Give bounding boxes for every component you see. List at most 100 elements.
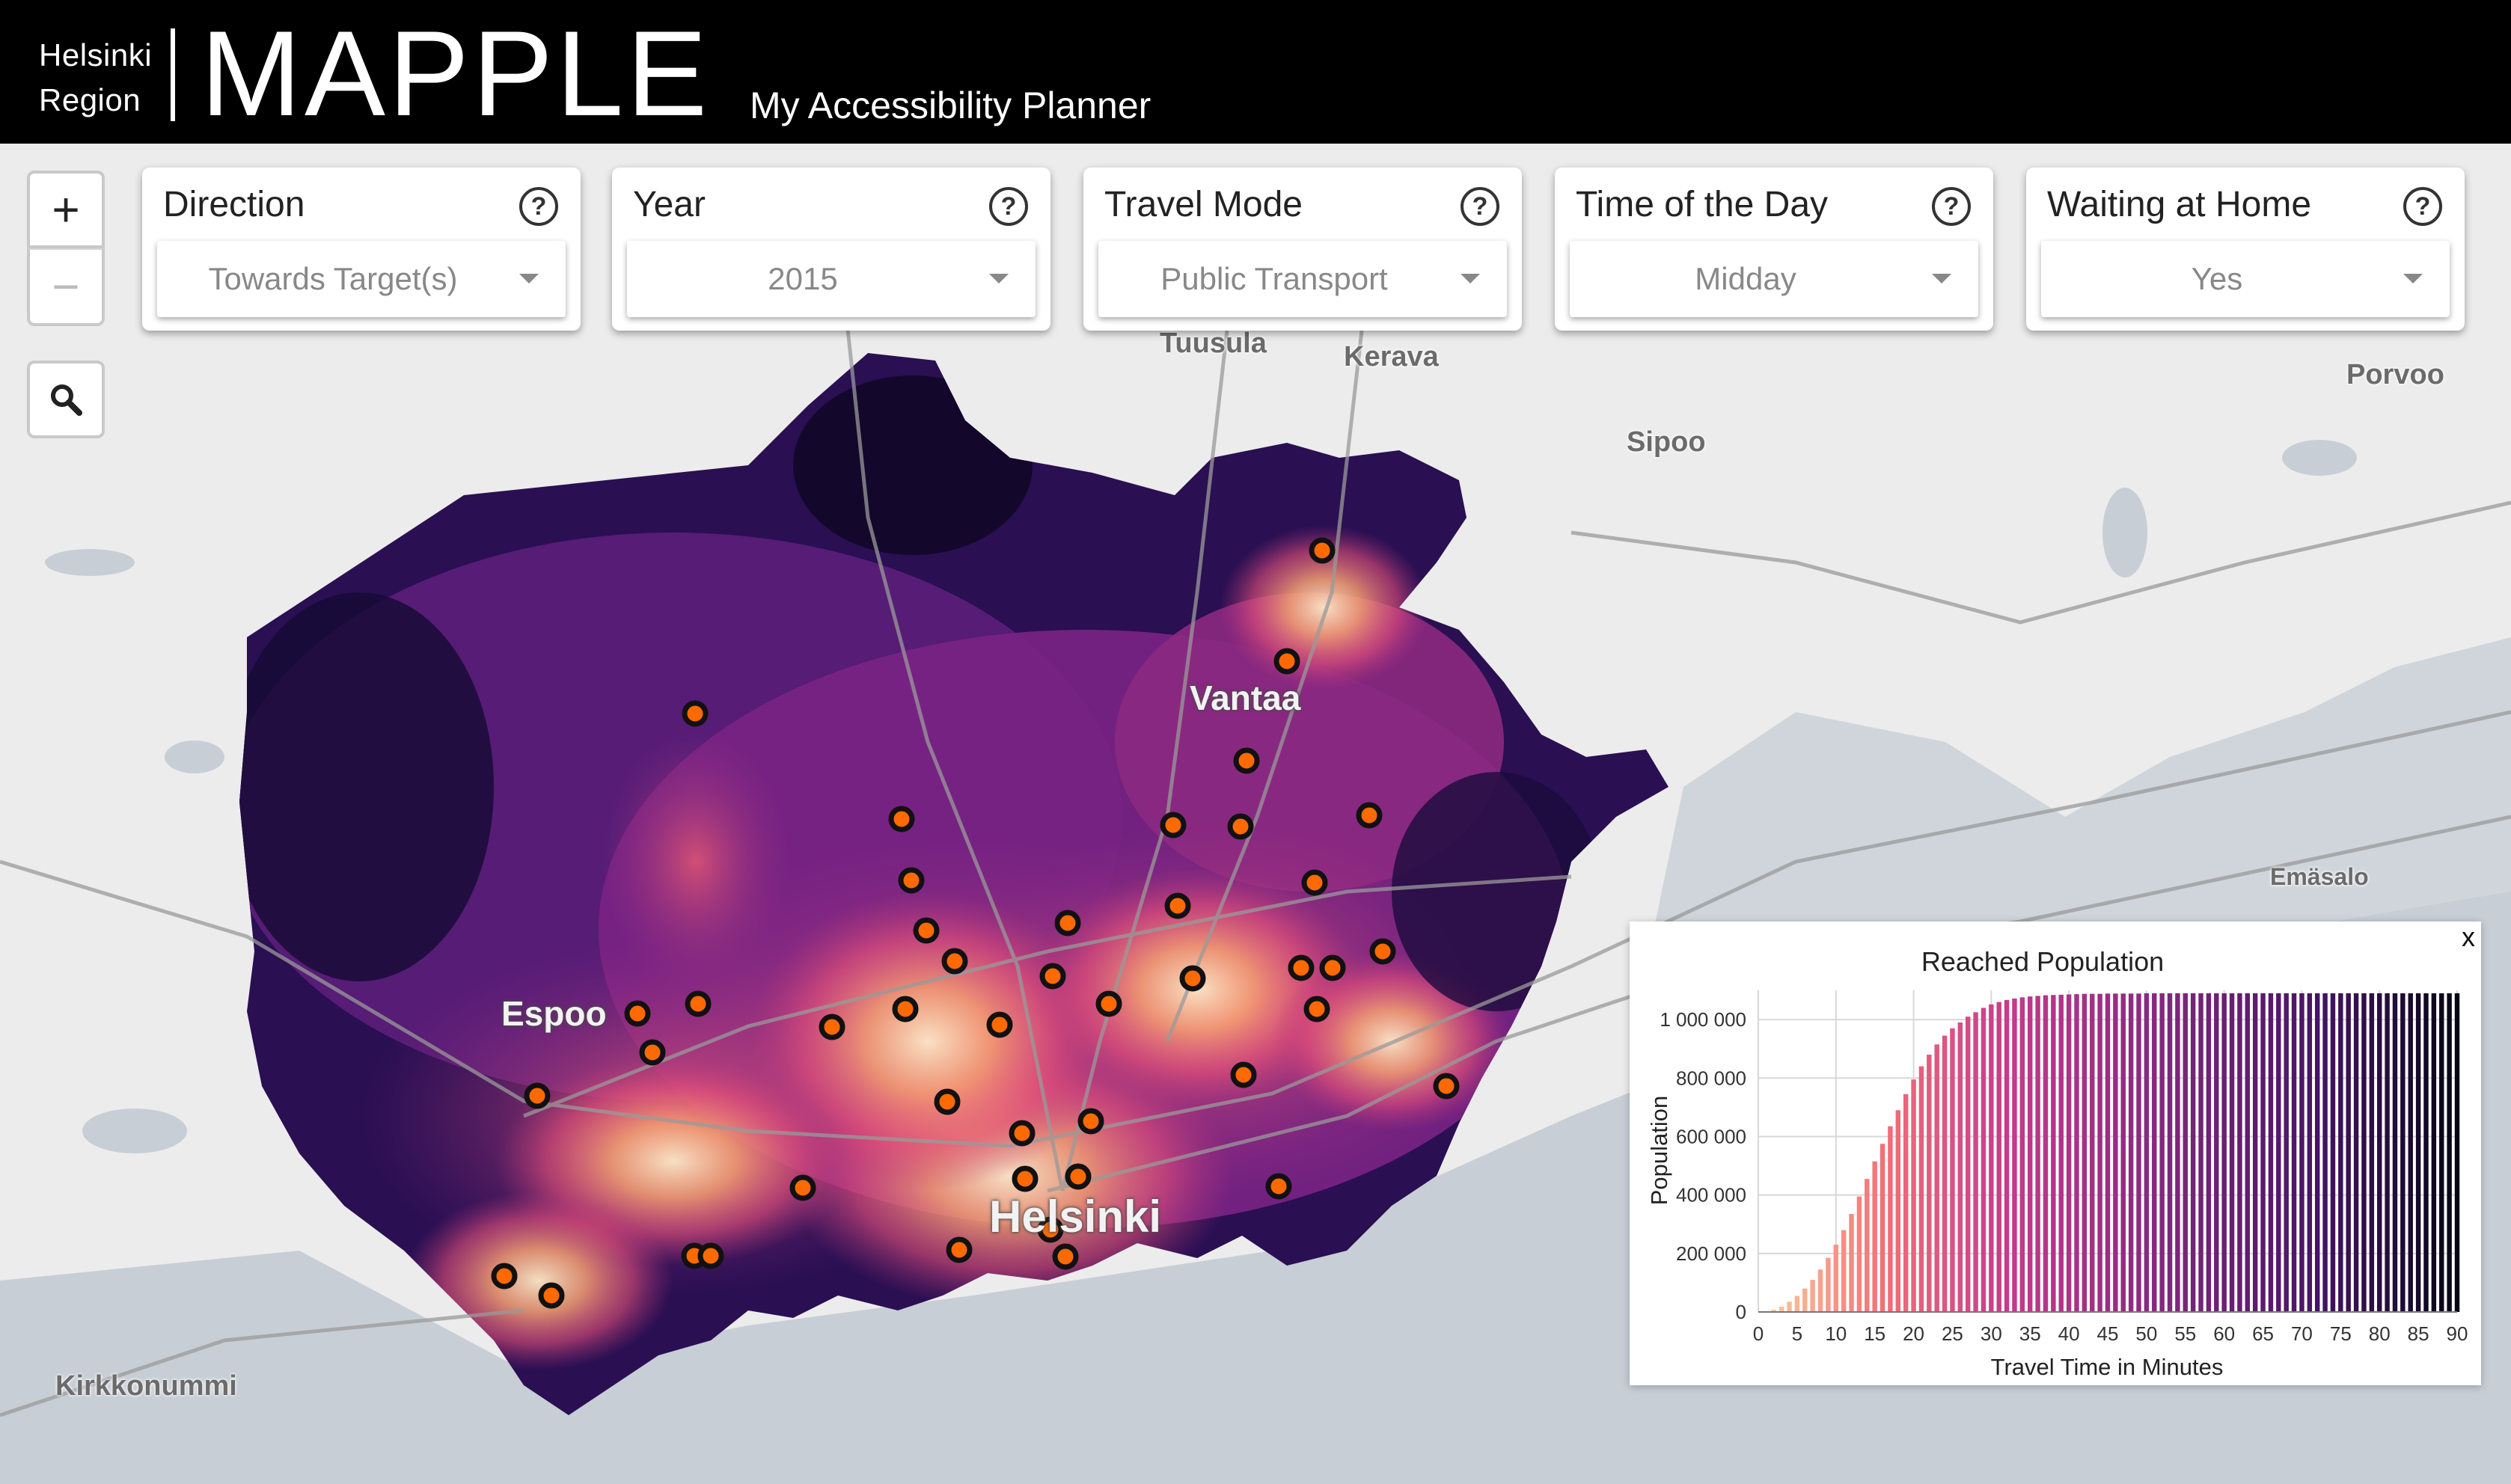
time-of-day-panel: Time of the Day ? Midday	[1555, 168, 1993, 331]
year-panel: Year ? 2015	[612, 168, 1050, 331]
place-label-kerava: Kerava	[1344, 341, 1439, 372]
x-tick-label: 70	[2291, 1322, 2313, 1345]
population-bar	[2353, 993, 2359, 1312]
population-bar	[2159, 993, 2165, 1312]
population-bar	[2066, 994, 2072, 1312]
x-tick-label: 0	[1753, 1322, 1764, 1345]
population-bar	[2136, 993, 2141, 1312]
x-tick-label: 25	[1942, 1322, 1963, 1345]
population-bar	[2377, 993, 2382, 1312]
x-tick-label: 40	[2058, 1322, 2080, 1345]
population-bar	[1826, 1257, 1831, 1312]
population-bar	[1841, 1230, 1847, 1312]
x-tick-label: 20	[1903, 1322, 1924, 1345]
help-icon[interactable]: ?	[1461, 187, 1499, 226]
y-tick-label: 0	[1736, 1301, 1746, 1323]
y-tick-label: 200 000	[1676, 1242, 1746, 1265]
population-bar	[2082, 993, 2088, 1312]
x-tick-label: 35	[2019, 1322, 2041, 1345]
place-label-espoo: Espoo	[501, 994, 607, 1033]
direction-panel: Direction ? Towards Target(s)	[142, 168, 581, 331]
population-bar	[2004, 999, 2010, 1312]
population-bar	[2051, 995, 2056, 1312]
population-bar	[2361, 993, 2367, 1312]
population-bar	[1927, 1055, 1932, 1312]
population-bar	[2019, 997, 2025, 1312]
population-bar	[1802, 1288, 1808, 1312]
zoom-in-button[interactable]: +	[27, 171, 105, 248]
y-tick-label: 800 000	[1676, 1067, 1746, 1089]
place-label-tuusula: Tuusula	[1160, 328, 1267, 359]
x-tick-label: 75	[2330, 1322, 2352, 1345]
travel-mode-panel: Travel Mode ? Public Transport	[1083, 168, 1522, 331]
x-tick-label: 85	[2408, 1322, 2429, 1345]
travel-mode-label: Travel Mode	[1104, 185, 1303, 224]
population-bar	[2175, 993, 2180, 1312]
caret-down-icon	[2403, 274, 2423, 283]
population-bar	[1981, 1008, 1987, 1312]
direction-select[interactable]: Towards Target(s)	[157, 241, 566, 317]
x-tick-label: 65	[2252, 1322, 2274, 1345]
region-label-line2: Region	[39, 82, 141, 117]
year-select[interactable]: 2015	[627, 241, 1036, 317]
population-bar	[2276, 993, 2281, 1312]
time-of-day-label: Time of the Day	[1576, 185, 1829, 224]
population-bar	[2120, 993, 2126, 1312]
time-of-day-select[interactable]: Midday	[1570, 241, 1978, 317]
population-bar	[1865, 1179, 1870, 1312]
help-icon[interactable]: ?	[989, 187, 1028, 226]
population-bar	[1794, 1296, 1800, 1312]
help-icon[interactable]: ?	[2403, 187, 2442, 226]
population-bar	[2385, 993, 2390, 1312]
help-icon[interactable]: ?	[519, 187, 558, 226]
population-bar	[2408, 993, 2413, 1312]
population-bar	[2028, 996, 2033, 1312]
population-bar	[2431, 993, 2437, 1312]
x-tick-label: 5	[1792, 1322, 1802, 1345]
waiting-at-home-label: Waiting at Home	[2047, 185, 2312, 224]
population-bar	[2322, 993, 2328, 1312]
population-bar	[2237, 993, 2242, 1312]
y-tick-label: 600 000	[1676, 1125, 1746, 1147]
population-bar	[1903, 1094, 1909, 1312]
waiting-at-home-select[interactable]: Yes	[2041, 241, 2450, 317]
population-bar	[2369, 993, 2375, 1312]
close-chart-button[interactable]: x	[2462, 922, 2475, 953]
population-bar	[1856, 1196, 1862, 1312]
lake	[45, 549, 135, 576]
population-bar	[2346, 993, 2351, 1312]
reached-population-popup: Reached Population 0 200 000 400 000 600 00…	[1630, 922, 2481, 1385]
population-bar	[2307, 993, 2313, 1312]
population-bar	[2198, 993, 2203, 1312]
lake	[165, 741, 224, 773]
x-tick-label: 15	[1864, 1322, 1885, 1345]
travel-mode-select[interactable]: Public Transport	[1098, 241, 1507, 317]
population-bar	[2439, 993, 2444, 1312]
x-axis-label: Travel Time in Minutes	[1991, 1354, 2224, 1380]
help-icon[interactable]: ?	[1932, 187, 1971, 226]
chart-bars	[1764, 993, 2460, 1312]
search-button[interactable]	[27, 361, 105, 438]
population-bar	[1918, 1066, 1924, 1312]
x-tick-label: 80	[2369, 1322, 2391, 1345]
x-tick-label: 10	[1825, 1322, 1847, 1345]
place-label-vantaa: Vantaa	[1190, 678, 1301, 717]
population-bar	[1989, 1004, 1994, 1312]
caret-down-icon	[1461, 274, 1480, 283]
year-value: 2015	[768, 261, 838, 296]
population-bar	[1779, 1306, 1784, 1312]
population-bar	[2043, 995, 2049, 1312]
app-title: MAPPLE	[201, 6, 711, 141]
population-bar	[1880, 1144, 1885, 1312]
population-bar	[1942, 1035, 1948, 1312]
y-tick-label: 1 000 000	[1660, 1008, 1746, 1031]
place-label-sipoo: Sipoo	[1627, 426, 1706, 458]
zoom-out-button[interactable]: −	[27, 248, 105, 326]
waiting-at-home-value: Yes	[2191, 261, 2243, 296]
time-of-day-value: Midday	[1695, 261, 1796, 296]
place-label-kirkkonummi: Kirkkonummi	[55, 1370, 237, 1402]
y-tick-label: 400 000	[1676, 1184, 1746, 1206]
population-bar	[1833, 1245, 1838, 1312]
reached-population-chart: Reached Population 0 200 000 400 000 600 00…	[1646, 946, 2468, 1380]
population-bar	[2454, 993, 2460, 1312]
